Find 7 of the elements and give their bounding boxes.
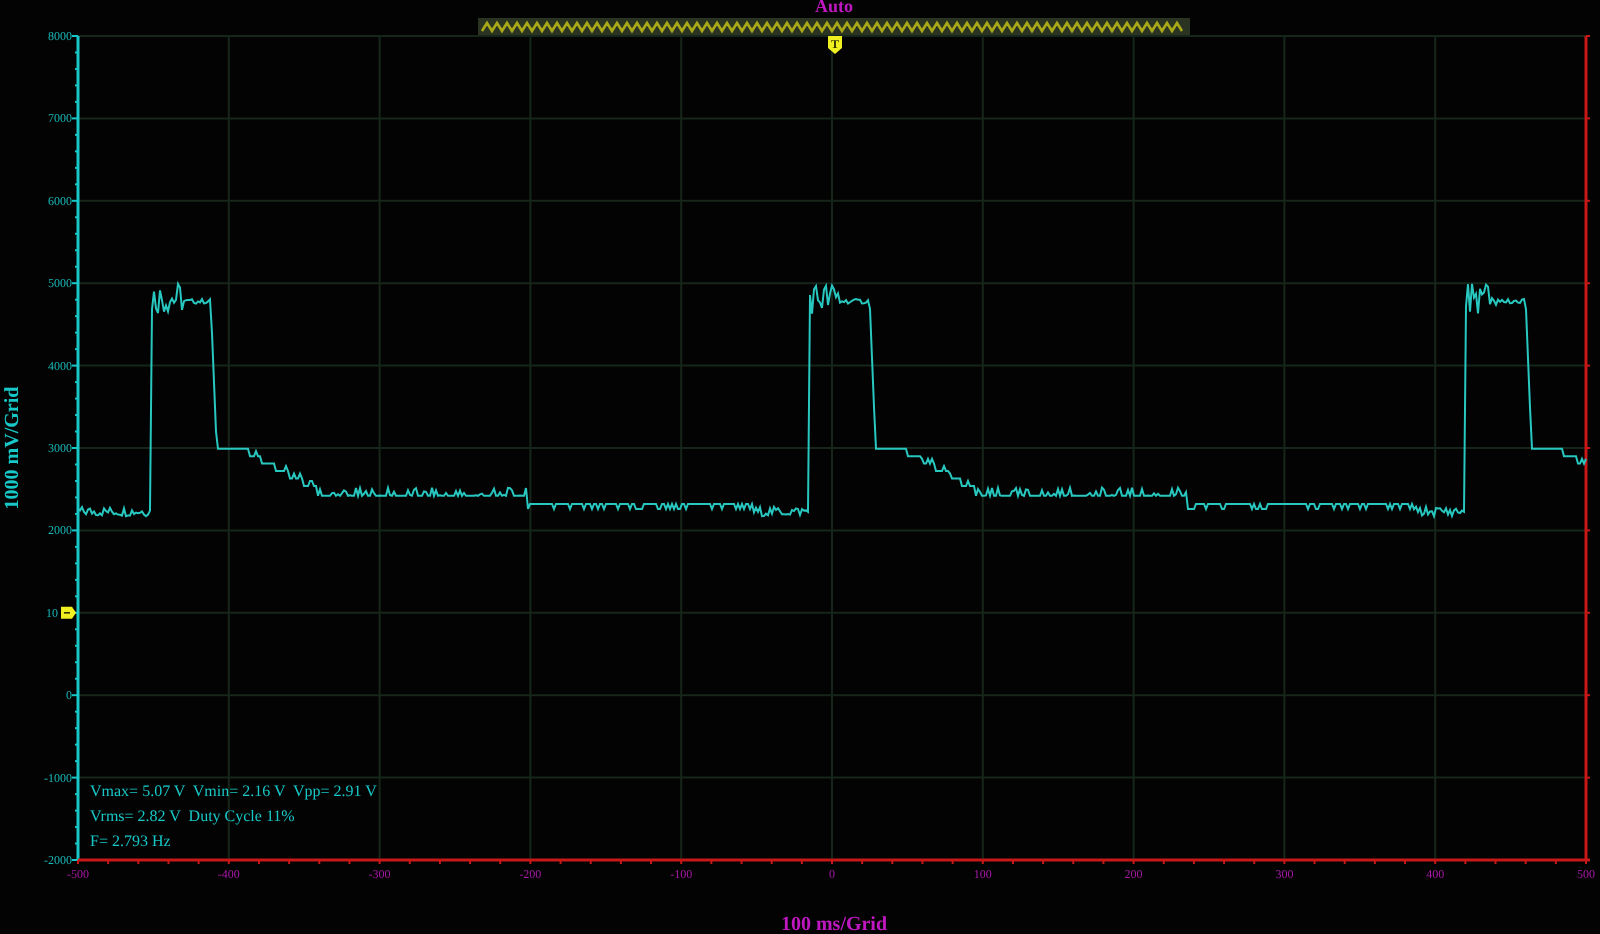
trigger-mode-label: Auto: [815, 0, 853, 16]
y-axis-title: 1000 mV/Grid: [2, 386, 24, 510]
level-marker-icon[interactable]: [61, 606, 76, 619]
measurement-text: F= 2.793 Hz: [90, 832, 171, 850]
measurement-text: Vmax= 5.07 V Vmin= 2.16 V Vpp= 2.91 V: [90, 782, 377, 800]
measurement-text: Vrms= 2.82 V Duty Cycle 11%: [90, 807, 295, 825]
x-axis-title: 100 ms/Grid: [780, 914, 888, 934]
